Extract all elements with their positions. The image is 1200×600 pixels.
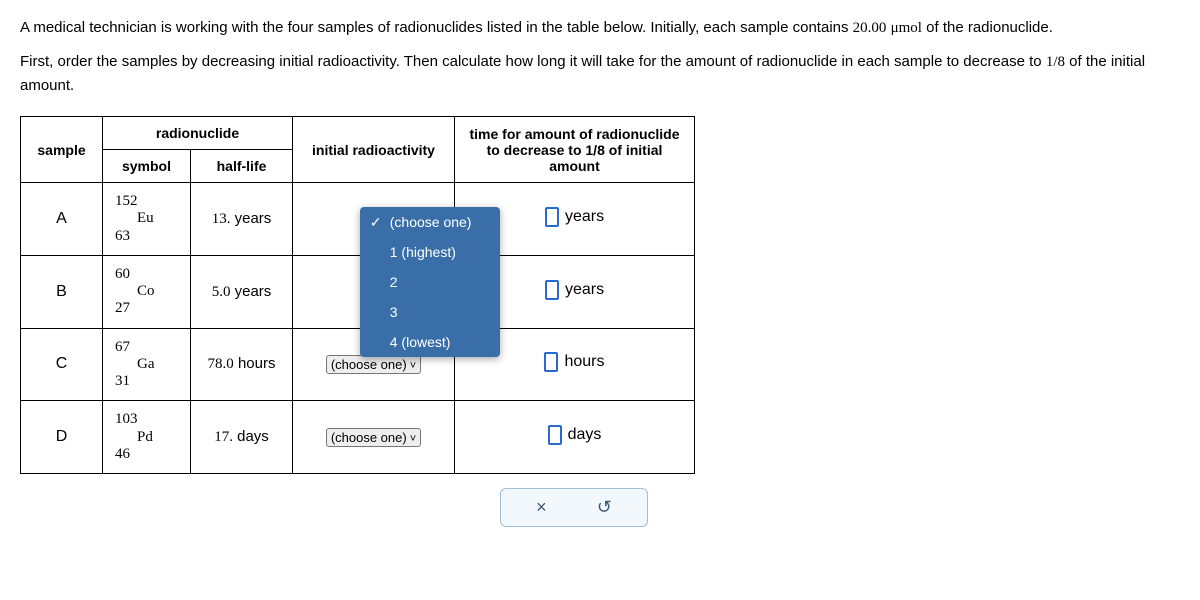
isotope-symbol: 67 Ga 31: [103, 329, 190, 401]
atomic-number: 31: [115, 373, 190, 390]
intro-line1-pre: A medical technician is working with the…: [20, 19, 853, 36]
table-row: C 67 Ga 31 78.0 hours (choose one) hours: [21, 328, 695, 401]
answer-controls: × ↺: [500, 488, 648, 527]
time-unit: days: [568, 426, 602, 444]
half-life-cell: 78.0 hours: [191, 328, 293, 401]
mass-number: 67: [115, 339, 190, 356]
mass-number: 60: [115, 266, 190, 283]
radioactivity-rank-select[interactable]: x (choose one) 1 (highest) 2 3 4 (lowest…: [370, 210, 378, 227]
time-input[interactable]: [548, 425, 562, 445]
atomic-number: 63: [115, 228, 190, 245]
time-unit: years: [565, 281, 604, 299]
intro-line2-pre: First, order the samples by decreasing i…: [20, 53, 1046, 70]
element-symbol: Co: [115, 283, 155, 299]
problem-intro: A medical technician is working with the…: [20, 16, 1180, 40]
dropdown-menu: (choose one) 1 (highest) 2 3 4 (lowest): [360, 207, 500, 357]
time-unit: hours: [564, 353, 604, 371]
intro-amount-unit: μmol: [891, 20, 922, 36]
close-icon: ×: [536, 497, 547, 517]
initial-radio-cell: x (choose one) 1 (highest) 2 3 4 (lowest…: [293, 183, 455, 256]
dropdown-option-1[interactable]: 1 (highest): [360, 237, 500, 267]
time-input[interactable]: [545, 280, 559, 300]
mass-number: 152: [115, 193, 190, 210]
intro-line1-post: of the radionuclide.: [922, 19, 1053, 36]
initial-radio-cell: (choose one): [293, 401, 455, 474]
isotope-symbol: 152 Eu 63: [103, 183, 190, 255]
header-sample: sample: [21, 117, 103, 183]
header-radionuclide: radionuclide: [103, 117, 293, 150]
half-life-cell: 17. days: [191, 401, 293, 474]
reset-icon: ↺: [597, 497, 612, 517]
element-symbol: Ga: [115, 356, 155, 372]
dropdown-option-2[interactable]: 2: [360, 267, 500, 297]
mass-number: 103: [115, 411, 190, 428]
table-row: B 60 Co 27 5.0 years years: [21, 255, 695, 328]
radioactivity-rank-select[interactable]: (choose one): [326, 428, 421, 447]
element-symbol: Pd: [115, 429, 153, 445]
radionuclide-table: sample radionuclide initial radioactivit…: [20, 116, 695, 474]
dropdown-option-3[interactable]: 3: [360, 297, 500, 327]
dropdown-option-4[interactable]: 4 (lowest): [360, 327, 500, 357]
radioactivity-rank-select[interactable]: (choose one): [326, 355, 421, 374]
reset-button[interactable]: ↺: [597, 497, 612, 518]
intro-fraction: 1/8: [1046, 54, 1065, 70]
sample-label: B: [21, 255, 103, 328]
clear-button[interactable]: ×: [536, 497, 547, 518]
isotope-symbol: 103 Pd 46: [103, 401, 190, 473]
table-row: A 152 Eu 63 13. years x (choose one) 1 (…: [21, 183, 695, 256]
half-life-cell: 13. years: [191, 183, 293, 256]
time-input[interactable]: [545, 207, 559, 227]
table-row: D 103 Pd 46 17. days (choose one) days: [21, 401, 695, 474]
time-input[interactable]: [544, 352, 558, 372]
element-symbol: Eu: [115, 210, 154, 226]
isotope-symbol: 60 Co 27: [103, 256, 190, 328]
half-life-cell: 5.0 years: [191, 255, 293, 328]
header-symbol: symbol: [103, 150, 191, 183]
atomic-number: 46: [115, 446, 190, 463]
sample-label: A: [21, 183, 103, 256]
atomic-number: 27: [115, 300, 190, 317]
header-halflife: half-life: [191, 150, 293, 183]
header-time: time for amount of radionuclide to decre…: [455, 117, 695, 183]
header-initial-radio: initial radioactivity: [293, 117, 455, 183]
dropdown-option-placeholder[interactable]: (choose one): [360, 207, 500, 237]
problem-intro-2: First, order the samples by decreasing i…: [20, 50, 1180, 98]
sample-label: D: [21, 401, 103, 474]
intro-amount-num: 20.00: [853, 20, 887, 36]
sample-label: C: [21, 328, 103, 401]
time-unit: years: [565, 208, 604, 226]
